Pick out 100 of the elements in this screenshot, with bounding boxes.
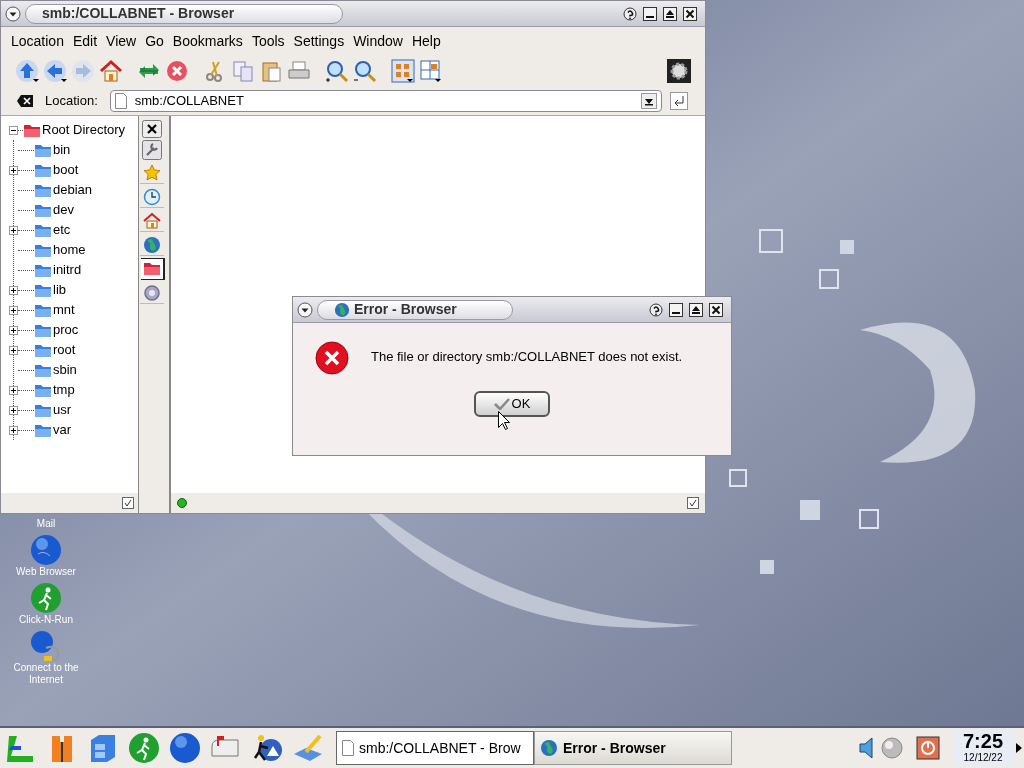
tree-item[interactable]: proc bbox=[53, 320, 79, 340]
globe-icon bbox=[540, 739, 558, 757]
collapse-box-icon[interactable] bbox=[9, 125, 18, 135]
running-figure-icon[interactable] bbox=[128, 732, 160, 764]
menu-item[interactable]: Location bbox=[11, 30, 64, 52]
stop-icon[interactable] bbox=[165, 59, 189, 83]
folder-icon bbox=[34, 362, 52, 378]
tree-item[interactable]: home bbox=[53, 240, 86, 260]
location-field[interactable]: smb:/COLLABNET bbox=[109, 90, 662, 112]
menu-item[interactable]: Settings bbox=[293, 30, 345, 52]
menu-item[interactable]: View bbox=[106, 30, 137, 52]
folder-icon bbox=[34, 382, 52, 398]
icon-view-icon[interactable] bbox=[391, 59, 415, 83]
ok-button[interactable]: OK bbox=[474, 391, 550, 417]
minimize-button[interactable] bbox=[643, 6, 657, 21]
tree-item[interactable]: etc bbox=[53, 220, 71, 240]
gear-icon bbox=[143, 283, 161, 302]
side-tab[interactable] bbox=[141, 258, 165, 280]
menu-button[interactable] bbox=[297, 301, 313, 318]
tree-item[interactable]: bin bbox=[53, 140, 71, 160]
folder-icon bbox=[34, 142, 52, 158]
globe-icon bbox=[143, 235, 161, 254]
taskbar-task[interactable]: Error - Browser bbox=[534, 731, 732, 765]
menu-item[interactable]: Bookmarks bbox=[172, 30, 243, 52]
expand-box-icon[interactable] bbox=[9, 325, 18, 335]
tree-item[interactable]: root bbox=[53, 340, 76, 360]
resize-grip-icon[interactable] bbox=[687, 497, 699, 509]
tree-item[interactable]: usr bbox=[53, 400, 72, 420]
globe-icon bbox=[334, 301, 350, 318]
minimize-button[interactable] bbox=[669, 302, 683, 317]
expand-box-icon[interactable] bbox=[9, 225, 18, 235]
expand-box-icon[interactable] bbox=[9, 385, 18, 395]
location-label: Location: bbox=[45, 92, 98, 111]
page-icon bbox=[342, 740, 354, 756]
decor-square bbox=[759, 229, 783, 253]
status-light-icon bbox=[177, 498, 187, 508]
tree-item[interactable]: mnt bbox=[53, 300, 75, 320]
folder-icon bbox=[34, 342, 52, 358]
tree-item[interactable]: Root Directory bbox=[42, 120, 126, 140]
menu-item[interactable]: Window bbox=[353, 30, 403, 52]
decor-square bbox=[729, 469, 747, 487]
decor-square bbox=[800, 500, 820, 520]
gear-icon[interactable] bbox=[667, 59, 691, 83]
folder-icon bbox=[34, 302, 52, 318]
help-button[interactable] bbox=[623, 6, 637, 21]
resize-grip-icon[interactable] bbox=[122, 497, 134, 509]
maximize-button[interactable] bbox=[663, 6, 677, 21]
home-icon[interactable] bbox=[99, 59, 123, 83]
folder-icon bbox=[34, 222, 52, 238]
tree-item[interactable]: tmp bbox=[53, 380, 75, 400]
expand-box-icon[interactable] bbox=[9, 305, 18, 315]
expand-box-icon[interactable] bbox=[9, 425, 18, 435]
tree-item[interactable]: initrd bbox=[53, 260, 82, 280]
clock-icon bbox=[143, 187, 161, 206]
right-arrow-icon[interactable] bbox=[1016, 743, 1022, 753]
close-button[interactable] bbox=[709, 302, 723, 317]
globe-icon[interactable] bbox=[169, 732, 201, 764]
tree-item[interactable]: debian bbox=[53, 180, 93, 200]
help-button[interactable] bbox=[649, 302, 663, 317]
orb-icon[interactable] bbox=[881, 737, 903, 759]
folder-icon bbox=[34, 422, 52, 438]
tree-item[interactable]: sbin bbox=[53, 360, 77, 380]
menu-item[interactable]: Edit bbox=[72, 30, 98, 52]
root-folder-icon bbox=[23, 122, 41, 138]
mouse-pointer-icon bbox=[498, 411, 510, 430]
folder-icon bbox=[34, 402, 52, 418]
window-title: smb:/COLLABNET - Browser bbox=[42, 4, 235, 23]
close-button[interactable] bbox=[683, 6, 697, 21]
taskbar-task[interactable]: smb:/COLLABNET - Brow bbox=[336, 731, 534, 765]
go-button[interactable] bbox=[669, 92, 688, 110]
tree-item[interactable]: lib bbox=[53, 280, 66, 300]
zoom-in-icon[interactable] bbox=[325, 59, 349, 83]
menu-button[interactable] bbox=[5, 5, 21, 22]
pencil-paper-icon[interactable] bbox=[292, 732, 324, 764]
power-button-icon[interactable] bbox=[916, 736, 940, 760]
expand-box-icon[interactable] bbox=[9, 405, 18, 415]
tree-item[interactable]: dev bbox=[53, 200, 74, 220]
close-panel-button[interactable] bbox=[142, 120, 162, 138]
clipboard-icon[interactable] bbox=[259, 59, 283, 83]
tree-item[interactable]: var bbox=[53, 420, 72, 440]
tree-item[interactable]: boot bbox=[53, 160, 79, 180]
zoom-out-icon[interactable] bbox=[353, 59, 377, 83]
expand-box-icon[interactable] bbox=[9, 345, 18, 355]
wrench-icon[interactable] bbox=[142, 140, 162, 160]
running-figure-icon[interactable] bbox=[30, 582, 62, 614]
error-message: The file or directory smb:/COLLABNET does not exist. bbox=[371, 348, 683, 366]
split-view-icon[interactable] bbox=[419, 59, 443, 83]
menu-item[interactable]: Help bbox=[411, 30, 441, 52]
expand-box-icon[interactable] bbox=[9, 285, 18, 295]
globe-cable-icon[interactable] bbox=[30, 630, 62, 662]
running-man-icon[interactable] bbox=[251, 732, 283, 764]
menu-item[interactable]: Go bbox=[145, 30, 164, 52]
star-icon bbox=[143, 163, 161, 182]
error-icon bbox=[315, 341, 349, 375]
folder-icon bbox=[34, 322, 52, 338]
clear-location-icon[interactable] bbox=[17, 94, 33, 108]
maximize-button[interactable] bbox=[689, 302, 703, 317]
expand-box-icon[interactable] bbox=[9, 165, 18, 175]
decor-square bbox=[819, 269, 839, 289]
menu-item[interactable]: Tools bbox=[251, 30, 285, 52]
